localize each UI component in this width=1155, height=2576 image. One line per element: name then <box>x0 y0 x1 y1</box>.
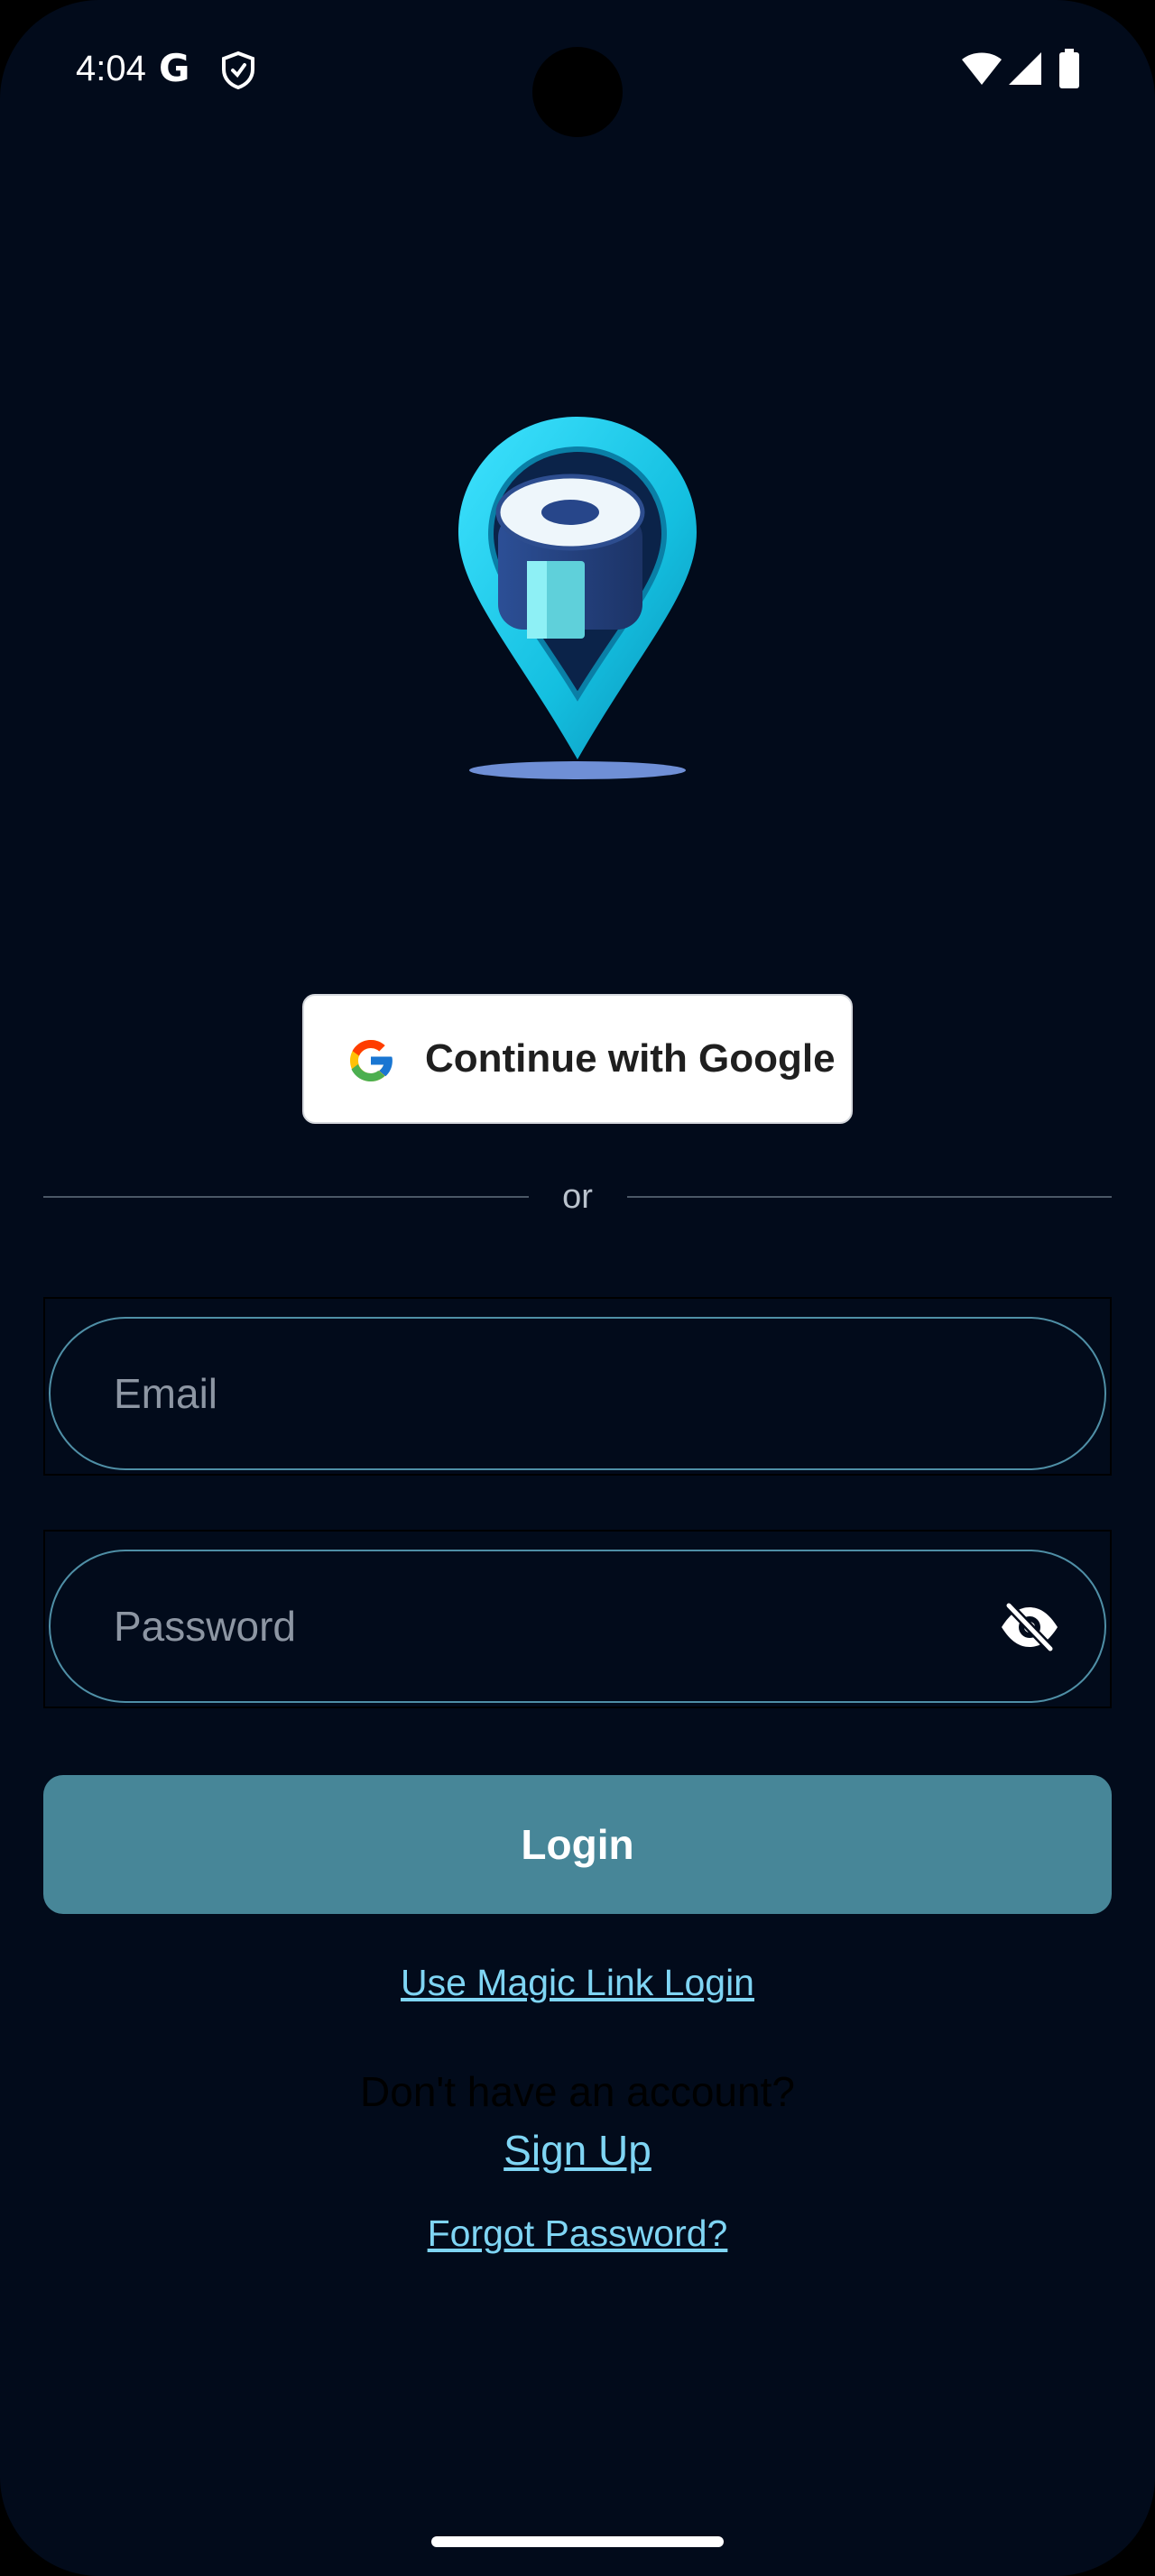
google-g-icon <box>350 1040 393 1081</box>
camera-cutout <box>532 47 623 137</box>
wifi-icon <box>962 52 1002 85</box>
google-notification-icon: G <box>159 46 190 90</box>
shield-icon <box>222 51 254 90</box>
app-logo <box>458 417 697 779</box>
status-time: 4:04 <box>76 49 146 88</box>
signal-icon <box>1009 52 1041 85</box>
eye-off-icon[interactable] <box>998 1602 1061 1652</box>
battery-icon <box>1059 49 1079 88</box>
email-field-container <box>43 1297 1112 1476</box>
google-button-label: Continue with Google <box>425 1036 836 1081</box>
divider-line-left <box>43 1196 529 1198</box>
password-field-container <box>43 1530 1112 1708</box>
login-button[interactable]: Login <box>43 1775 1112 1914</box>
home-indicator[interactable] <box>431 2536 724 2547</box>
sign-up-link[interactable]: Sign Up <box>0 2123 1155 2177</box>
no-account-text: Don't have an account? <box>360 2068 795 2115</box>
divider-label: or <box>562 1178 593 1216</box>
email-field[interactable] <box>49 1317 1106 1470</box>
magic-link-login-link[interactable]: Use Magic Link Login <box>0 1957 1155 2008</box>
password-field[interactable] <box>49 1550 1106 1703</box>
password-input[interactable] <box>114 1551 926 1701</box>
email-input[interactable] <box>114 1319 926 1468</box>
forgot-password-link[interactable]: Forgot Password? <box>0 2208 1155 2259</box>
login-screen: 4:04 G Continue with Google or Email Log… <box>0 0 1155 2576</box>
continue-with-google-button[interactable]: Continue with Google <box>302 994 853 1124</box>
status-bar: 4:04 G <box>0 0 1155 137</box>
divider-line-right <box>627 1196 1112 1198</box>
